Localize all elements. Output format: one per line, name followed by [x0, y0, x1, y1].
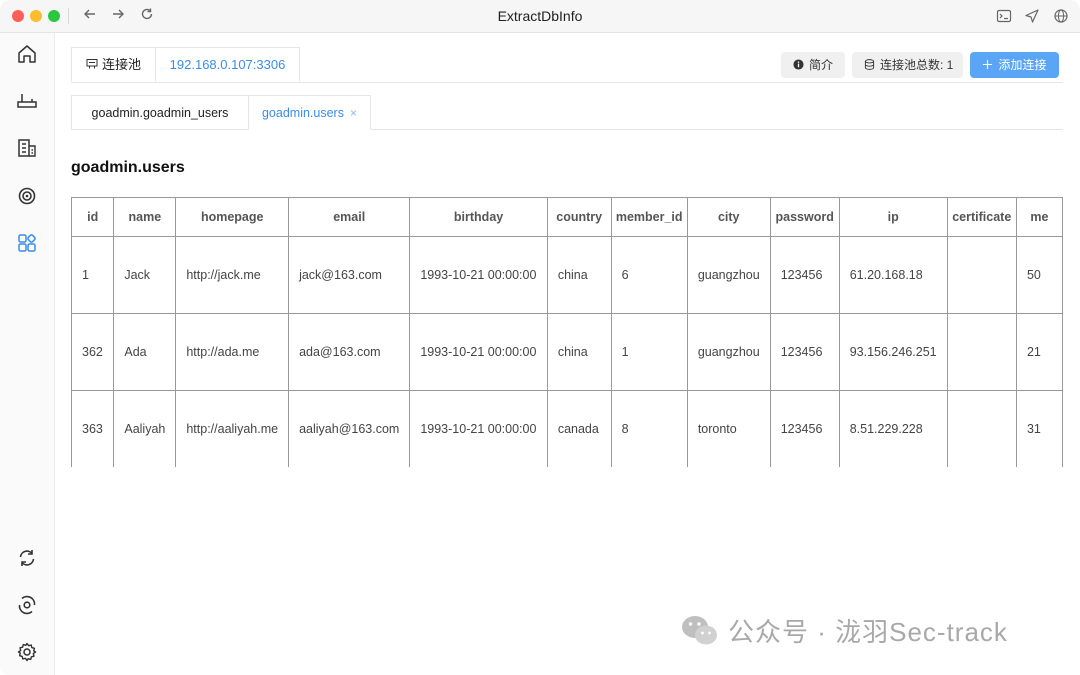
table-cell: guangzhou: [686, 236, 771, 314]
tab-connection-host[interactable]: 192.168.0.107:3306: [155, 47, 300, 82]
watermark: 公众号 · 泷羽Sec-track: [680, 612, 1008, 652]
table-cell: http://jack.me: [175, 236, 290, 314]
column-header[interactable]: password: [769, 197, 840, 237]
main-content: 连接池 192.168.0.107:3306 简介 连接池总数: 1 添加连接 …: [71, 33, 1063, 675]
table-cell: 93.156.246.251: [838, 313, 948, 391]
column-header[interactable]: name: [113, 197, 177, 237]
table-cell: china: [546, 236, 612, 314]
table-tabs: goadmin.goadmin_users goadmin.users ×: [71, 95, 1063, 130]
add-connection-button[interactable]: 添加连接: [970, 52, 1059, 78]
table-cell: http://aaliyah.me: [175, 390, 290, 467]
table-cell: Jack: [113, 236, 177, 314]
table-cell: 1993-10-21 00:00:00: [409, 236, 548, 314]
table-cell: 8.51.229.228: [838, 390, 948, 467]
table-cell: 123456: [769, 236, 840, 314]
send-icon[interactable]: [1024, 6, 1044, 26]
app-window: ExtractDbInfo 连接池 192.168.0.107:3306 简介 …: [0, 0, 1080, 675]
target-icon[interactable]: [16, 185, 38, 207]
info-icon: [793, 59, 804, 70]
column-header[interactable]: certificate: [946, 197, 1017, 237]
table-cell: 21: [1015, 313, 1063, 391]
watermark-text: 公众号 · 泷羽Sec-track: [728, 617, 1008, 647]
table-cell: Ada: [113, 313, 177, 391]
table-cell: 363: [71, 390, 115, 467]
table-cell: [946, 390, 1017, 467]
close-tab-icon[interactable]: ×: [350, 106, 357, 120]
table-cell: 1: [610, 313, 688, 391]
terminal-icon[interactable]: [996, 6, 1016, 26]
table-cell: ada@163.com: [288, 313, 411, 391]
table-row[interactable]: 363 Aaliyah http://aaliyah.me aaliyah@163.c…: [71, 390, 1063, 467]
title-bar: ExtractDbInfo: [0, 0, 1080, 33]
window-title: ExtractDbInfo: [497, 8, 583, 24]
table-row[interactable]: 362 Ada http://ada.me ada@163.com 1993-10-21…: [71, 313, 1063, 391]
pool-icon: [86, 59, 98, 69]
table-cell: 123456: [769, 313, 840, 391]
tab-goadmin-users-table[interactable]: goadmin.goadmin_users: [71, 95, 249, 129]
intro-button[interactable]: 简介: [781, 52, 845, 78]
table-cell: guangzhou: [686, 313, 771, 391]
sidebar: [0, 33, 55, 675]
table-cell: 50: [1015, 236, 1063, 314]
table-row[interactable]: 1 Jack http://jack.me jack@163.com 1993-10-2…: [71, 236, 1063, 314]
table-cell: 1: [71, 236, 115, 314]
tab-users-table-label: goadmin.users: [261, 106, 344, 120]
column-header[interactable]: email: [288, 197, 411, 237]
column-header[interactable]: me: [1015, 197, 1063, 237]
column-header[interactable]: homepage: [175, 197, 290, 237]
building-icon[interactable]: [16, 137, 38, 159]
pool-count-button[interactable]: 连接池总数: 1: [852, 52, 963, 78]
data-table: id name homepage email birthday country member…: [71, 197, 1063, 467]
apps-icon[interactable]: [16, 232, 38, 254]
column-header[interactable]: member_id: [610, 197, 688, 237]
table-cell: [946, 313, 1017, 391]
data-table-container[interactable]: id name homepage email birthday country member…: [71, 197, 1063, 467]
add-connection-label: 添加连接: [998, 58, 1047, 72]
settings-icon[interactable]: [16, 641, 38, 663]
tab-connection-host-label: 192.168.0.107:3306: [169, 57, 286, 72]
tab-users-table[interactable]: goadmin.users ×: [248, 95, 371, 130]
home-icon[interactable]: [16, 43, 38, 65]
table-cell: toronto: [686, 390, 771, 467]
table-cell: 123456: [769, 390, 840, 467]
table-cell: 61.20.168.18: [838, 236, 948, 314]
column-header[interactable]: birthday: [409, 197, 548, 237]
table-cell: 1993-10-21 00:00:00: [409, 390, 548, 467]
pool-count-label: 连接池总数: 1: [880, 58, 954, 72]
wechat-logo-icon: [682, 616, 717, 645]
table-cell: 6: [610, 236, 688, 314]
table-header-row: id name homepage email birthday country member…: [71, 197, 1063, 237]
table-cell: 1993-10-21 00:00:00: [409, 313, 548, 391]
table-cell: 31: [1015, 390, 1063, 467]
table-cell: china: [546, 313, 612, 391]
sync-icon[interactable]: [16, 547, 38, 569]
table-cell: Aaliyah: [113, 390, 177, 467]
tab-connection-pool-label: 连接池: [101, 57, 141, 72]
database-icon: [864, 59, 875, 70]
column-header[interactable]: ip: [838, 197, 948, 237]
router-icon[interactable]: [16, 89, 38, 111]
table-cell: canada: [546, 390, 612, 467]
table-cell: 362: [71, 313, 115, 391]
column-header[interactable]: id: [71, 197, 115, 237]
column-header[interactable]: country: [546, 197, 612, 237]
plus-icon: [983, 59, 993, 70]
table-cell: jack@163.com: [288, 236, 411, 314]
table-cell: aaliyah@163.com: [288, 390, 411, 467]
tab-goadmin-users-table-label: goadmin.goadmin_users: [91, 106, 229, 120]
page-title: goadmin.users: [71, 159, 185, 176]
tab-connection-pool[interactable]: 连接池: [71, 47, 156, 81]
table-cell: http://ada.me: [175, 313, 290, 391]
column-header[interactable]: city: [686, 197, 771, 237]
table-cell: [946, 236, 1017, 314]
table-cell: 8: [610, 390, 688, 467]
scan-icon[interactable]: [16, 594, 38, 616]
globe-icon[interactable]: [1053, 6, 1073, 26]
intro-button-label: 简介: [809, 58, 834, 72]
